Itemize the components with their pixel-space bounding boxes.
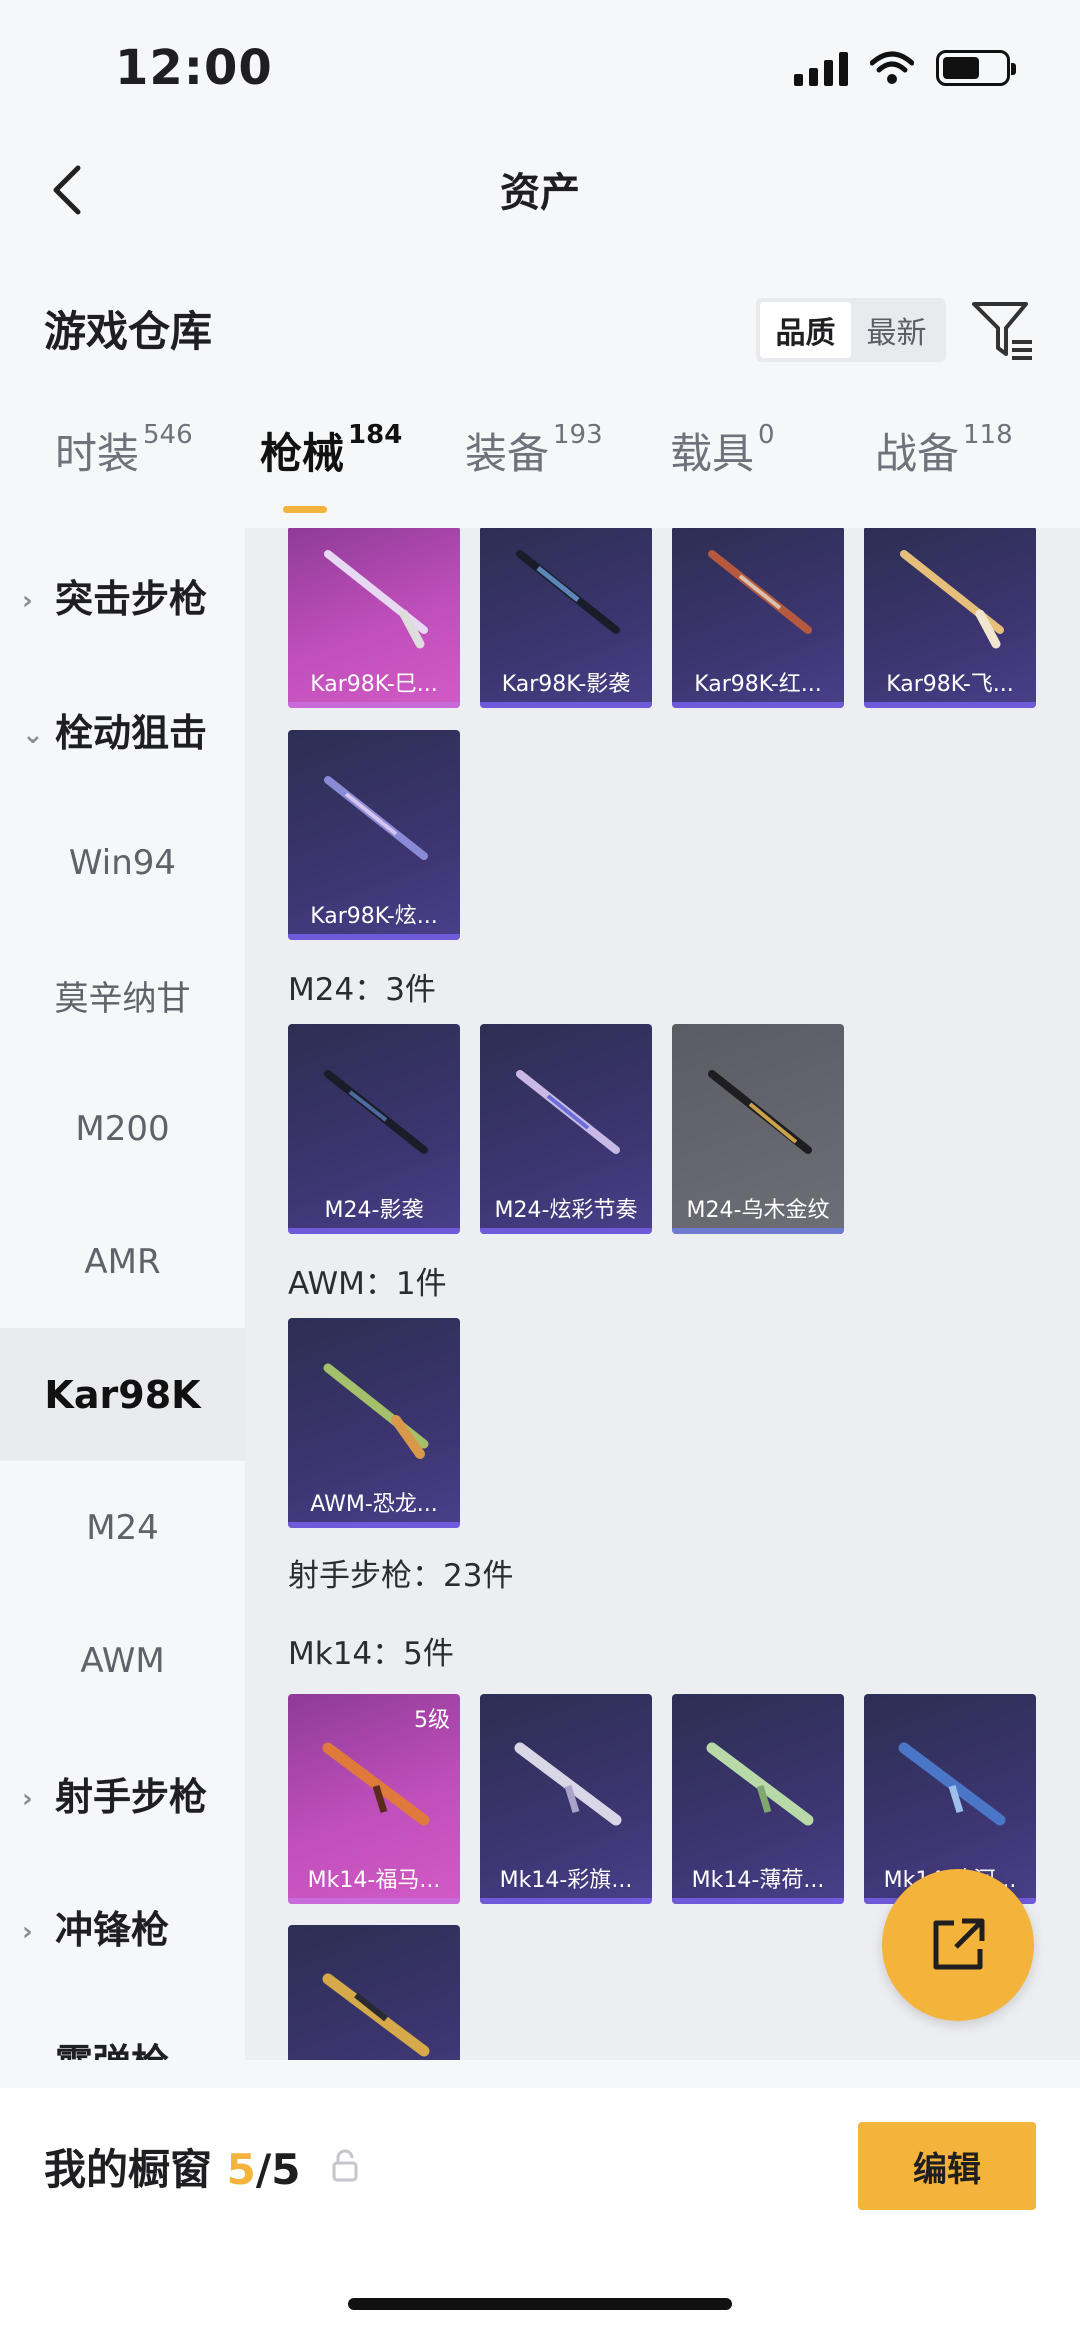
weapon-grid: Kar98K-巳... Kar98K-影袭 Kar98K-红... Kar98K… xyxy=(245,528,1080,2060)
weapon-card[interactable]: Kar98K-红... xyxy=(672,528,844,708)
filter-icon[interactable] xyxy=(968,296,1038,366)
weapon-card[interactable]: M24-影袭 xyxy=(288,1024,460,1234)
rifle-icon xyxy=(322,1973,430,2057)
dmr-section-header: 射手步枪：23件 xyxy=(288,1558,514,1594)
m24-section-header: M24：3件 xyxy=(288,972,436,1008)
sort-quality[interactable]: 品质 xyxy=(760,302,851,358)
weapon-name: Kar98K-飞... xyxy=(886,672,1014,697)
awm-section-header: AWM：1件 xyxy=(288,1266,447,1302)
weapon-name: AWM-恐龙... xyxy=(310,1492,438,1517)
tab-equipment[interactable]: 装备 193 xyxy=(410,420,615,528)
weapon-name: Kar98K-炫... xyxy=(310,904,438,929)
weapon-card[interactable]: Mk14-彩旗... xyxy=(480,1694,652,1904)
weapon-name: Mk14-福马... xyxy=(307,1868,441,1893)
rifle-icon xyxy=(706,1742,814,1826)
sidebar-item-m200[interactable]: M200 xyxy=(0,1062,245,1195)
weapon-card[interactable]: Kar98K-巳... xyxy=(288,528,460,708)
mk14-section-header: Mk14：5件 xyxy=(288,1636,454,1672)
signal-icon xyxy=(794,50,848,86)
rifle-icon xyxy=(708,550,812,634)
weapon-name: Kar98K-影袭 xyxy=(501,672,631,697)
weapon-name: M24-炫彩节奏 xyxy=(494,1198,638,1223)
weapon-name: M24-乌木金纹 xyxy=(686,1198,830,1223)
tab-vehicles[interactable]: 载具 0 xyxy=(615,420,820,528)
status-icons xyxy=(794,50,1016,86)
sidebar-item-awm[interactable]: AWM xyxy=(0,1594,245,1727)
card-row: M24-影袭 M24-炫彩节奏 M24-乌木金纹 xyxy=(288,1024,844,1234)
weapon-card[interactable]: AWM-恐龙... xyxy=(288,1318,460,1528)
showcase-count: 5 xyxy=(226,2145,256,2194)
share-icon xyxy=(933,1918,985,1970)
weapon-card[interactable]: Kar98K-影袭 xyxy=(480,528,652,708)
weapon-card[interactable]: Kar98K-炫... xyxy=(288,730,460,940)
battery-icon xyxy=(936,50,1016,86)
weapon-card[interactable]: M24-乌木金纹 xyxy=(672,1024,844,1234)
sidebar-item-assault-rifles[interactable]: › 突击步枪 xyxy=(0,528,245,663)
tab-supplies[interactable]: 战备 118 xyxy=(820,420,1025,528)
category-tabs: 时装 546 枪械 184 装备 193 载具 0 战备 118 xyxy=(0,420,1080,528)
status-time: 12:00 xyxy=(115,40,273,96)
page-title: 资产 xyxy=(500,170,580,216)
card-row: 5级 Mk14-福马... Mk14-彩旗... Mk14-薄荷... Mk14… xyxy=(288,1694,1036,1904)
weapon-name: Kar98K-红... xyxy=(694,672,822,697)
rifle-icon xyxy=(898,1742,1006,1826)
weapon-card[interactable]: M24-炫彩节奏 xyxy=(480,1024,652,1234)
sidebar-item-m24[interactable]: M24 xyxy=(0,1461,245,1594)
weapon-name: Mk14-薄荷... xyxy=(691,1868,825,1893)
weapon-card[interactable]: Kar98K-飞... xyxy=(864,528,1036,708)
sidebar-item-mosin[interactable]: 莫辛纳甘 xyxy=(0,929,245,1062)
lock-icon xyxy=(332,2149,358,2182)
edit-button[interactable]: 编辑 xyxy=(858,2122,1036,2210)
rifle-icon xyxy=(514,1742,622,1826)
rifle-icon xyxy=(708,1070,812,1154)
chevron-right-icon: › xyxy=(22,585,33,616)
sort-newest[interactable]: 最新 xyxy=(851,302,942,358)
rifle-icon xyxy=(516,550,620,634)
showcase-title: 我的橱窗 5/5 xyxy=(44,2145,301,2194)
card-row xyxy=(288,1925,460,2060)
weapon-card[interactable] xyxy=(288,1925,460,2060)
weapon-name: M24-影袭 xyxy=(324,1198,424,1223)
rifle-icon xyxy=(322,1742,430,1826)
weapon-card[interactable]: Mk14-薄荷... xyxy=(672,1694,844,1904)
nav-bar: 资产 xyxy=(0,130,1080,250)
sidebar-item-dmr[interactable]: › 射手步枪 xyxy=(0,1727,245,1860)
sidebar-item-bolt-snipers[interactable]: ⌄ 栓动狙击 xyxy=(0,663,245,796)
rifle-icon xyxy=(323,1363,429,1459)
card-row: Kar98K-炫... xyxy=(288,730,460,940)
card-row: AWM-恐龙... xyxy=(288,1318,460,1528)
chevron-right-icon: › xyxy=(22,1783,33,1814)
chevron-right-icon: › xyxy=(22,2050,33,2061)
wifi-icon xyxy=(870,51,914,84)
rifle-icon xyxy=(324,1070,428,1154)
rifle-icon xyxy=(324,550,428,649)
warehouse-title: 游戏仓库 xyxy=(44,307,213,356)
weapon-category-sidebar: › 突击步枪 ⌄ 栓动狙击 Win94 莫辛纳甘 M200 AMR Kar98K M… xyxy=(0,528,245,2060)
card-row: Kar98K-巳... Kar98K-影袭 Kar98K-红... Kar98K… xyxy=(288,528,1036,708)
sidebar-item-smg[interactable]: › 冲锋枪 xyxy=(0,1860,245,1993)
tab-fashion[interactable]: 时装 546 xyxy=(0,420,205,528)
chevron-down-icon: ⌄ xyxy=(22,719,44,750)
sidebar-item-win94[interactable]: Win94 xyxy=(0,796,245,929)
rifle-icon xyxy=(324,776,428,860)
active-tab-indicator xyxy=(283,506,327,513)
rifle-icon xyxy=(516,1070,620,1154)
weapon-name: Mk14-彩旗... xyxy=(499,1868,633,1893)
status-bar: 12:00 xyxy=(0,0,1080,130)
sidebar-item-amr[interactable]: AMR xyxy=(0,1195,245,1328)
weapon-card[interactable]: 5级 Mk14-福马... xyxy=(288,1694,460,1904)
home-indicator[interactable] xyxy=(348,2298,732,2310)
sidebar-item-kar98k[interactable]: Kar98K xyxy=(0,1328,245,1461)
chevron-right-icon: › xyxy=(22,1916,33,1947)
rifle-icon xyxy=(900,550,1004,649)
share-button[interactable] xyxy=(882,1869,1034,2021)
weapon-name: Kar98K-巳... xyxy=(310,672,438,697)
sort-toggle[interactable]: 品质 最新 xyxy=(756,298,946,362)
sidebar-item-shotgun[interactable]: ›霰弹枪 xyxy=(0,1993,245,2060)
